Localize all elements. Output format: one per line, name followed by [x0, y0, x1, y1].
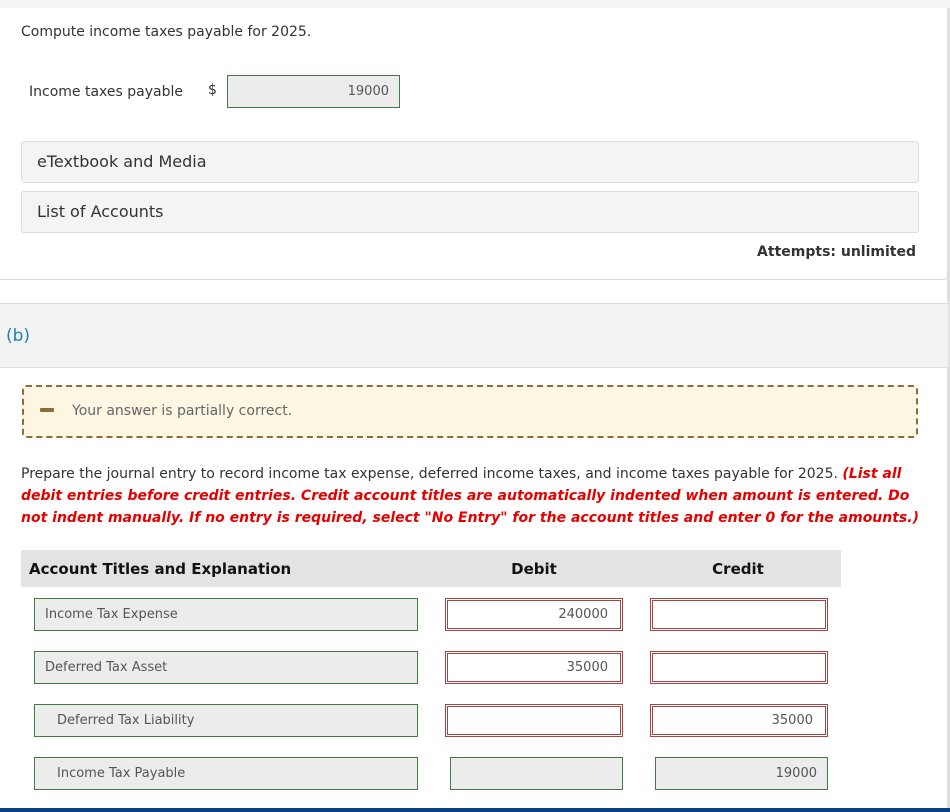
income-taxes-payable-input[interactable]: 19000 [227, 75, 400, 108]
account-title-input[interactable]: Deferred Tax Liability [34, 704, 418, 737]
etextbook-media-accordion[interactable]: eTextbook and Media [21, 141, 919, 183]
debit-input[interactable]: 240000 [445, 598, 623, 631]
credit-input[interactable]: 19000 [655, 757, 828, 790]
debit-input[interactable] [445, 704, 623, 737]
partially-correct-notice: Your answer is partially correct. [22, 385, 918, 438]
part-a-card: Compute income taxes payable for 2025. I… [0, 8, 948, 280]
minus-icon [40, 408, 54, 412]
header-debit: Debit [511, 560, 557, 578]
part-b-header: (b) [0, 303, 948, 368]
notice-text: Your answer is partially correct. [72, 403, 293, 419]
part-a-question: Compute income taxes payable for 2025. [21, 24, 312, 40]
account-title-input[interactable]: Income Tax Expense [34, 598, 418, 631]
list-of-accounts-accordion[interactable]: List of Accounts [21, 191, 919, 233]
income-taxes-payable-label: Income taxes payable [29, 84, 183, 100]
journal-instructions: Prepare the journal entry to record inco… [21, 463, 926, 529]
journal-table-header: Account Titles and Explanation Debit Cre… [21, 550, 841, 587]
currency-symbol: $ [208, 82, 217, 98]
footer-bar [0, 808, 950, 812]
account-title-input[interactable]: Deferred Tax Asset [34, 651, 418, 684]
header-credit: Credit [712, 560, 764, 578]
part-b-label: (b) [6, 326, 31, 346]
instructions-main: Prepare the journal entry to record inco… [21, 466, 843, 482]
debit-input[interactable] [450, 757, 623, 790]
credit-input[interactable]: 35000 [650, 704, 828, 737]
account-title-input[interactable]: Income Tax Payable [34, 757, 418, 790]
attempts-label: Attempts: unlimited [757, 244, 916, 260]
credit-input[interactable] [650, 598, 828, 631]
debit-input[interactable]: 35000 [445, 651, 623, 684]
credit-input[interactable] [650, 651, 828, 684]
header-account-titles: Account Titles and Explanation [29, 560, 292, 578]
top-bar [0, 0, 950, 8]
